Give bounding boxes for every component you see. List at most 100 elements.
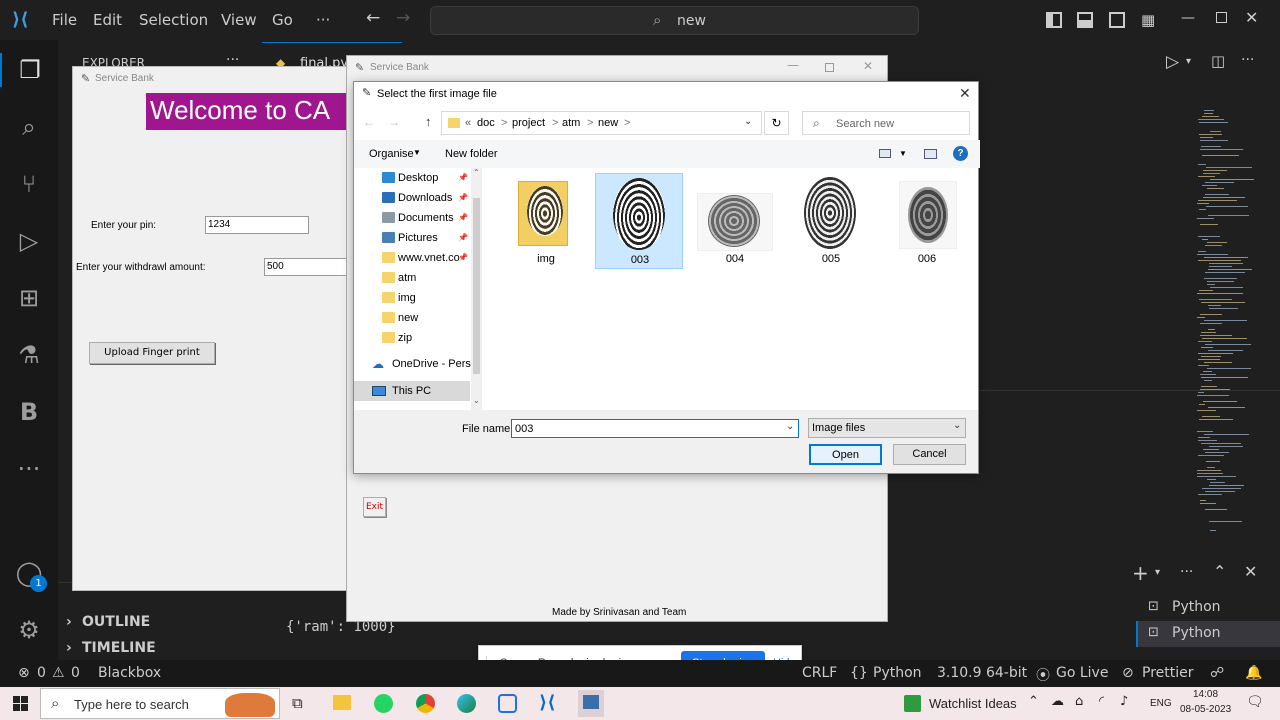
warning-count[interactable]: 0 — [71, 665, 80, 681]
source-control-icon[interactable]: ⑂ — [12, 167, 46, 201]
refresh-icon[interactable]: ↻ — [764, 111, 789, 135]
close-icon[interactable]: ✕ — [863, 59, 873, 73]
terminal-tab-2[interactable]: ⊡ Python — [1136, 621, 1280, 647]
vscode-taskbar-icon[interactable]: ⟩⟨ — [539, 692, 555, 713]
python-app-icon[interactable] — [578, 690, 604, 717]
notification-center-icon[interactable]: 🗨 — [1246, 694, 1264, 710]
run-file-icon[interactable]: ▷ — [1166, 52, 1179, 72]
back-arrow-icon[interactable]: ← — [363, 115, 375, 129]
nav-img[interactable]: img — [354, 288, 470, 308]
nav-zip[interactable]: zip — [354, 328, 470, 348]
nav-downloads[interactable]: Downloads 📌 — [354, 188, 470, 208]
cancel-button[interactable]: Cancel — [893, 444, 966, 465]
braces-icon[interactable]: {} — [850, 665, 868, 681]
path-new[interactable]: new — [598, 117, 618, 129]
view-dropdown-icon[interactable]: ▼ — [899, 149, 907, 158]
editor-more-icon[interactable]: ··· — [1241, 52, 1254, 68]
new-terminal-icon[interactable]: + — [1132, 561, 1149, 585]
minimize-icon[interactable]: — — [787, 58, 799, 72]
view-options-icon[interactable] — [879, 149, 891, 158]
help-icon[interactable]: ? — [953, 146, 968, 161]
extensions-icon[interactable]: ⊞ — [12, 281, 46, 315]
preview-pane-icon[interactable] — [924, 149, 937, 159]
testing-icon[interactable]: ⚗ — [12, 338, 46, 372]
minimap[interactable] — [1195, 108, 1265, 538]
nav-atm[interactable]: atm — [354, 268, 470, 288]
interpreter-status[interactable]: 3.10.9 64-bit — [937, 665, 1027, 681]
prettier-status[interactable]: Prettier — [1142, 665, 1194, 681]
edge-icon[interactable] — [457, 694, 476, 713]
close-panel-icon[interactable]: ✕ — [1244, 562, 1257, 581]
path-atm[interactable]: atm — [562, 117, 580, 129]
nav-forward-icon[interactable]: → — [396, 8, 410, 28]
navigation-pane[interactable]: Desktop 📌 Downloads 📌 Documents 📌 Pictures 📌… — [354, 168, 482, 410]
search-view-icon[interactable]: ⌕ — [12, 110, 46, 144]
nav-pictures[interactable]: Pictures 📌 — [354, 228, 470, 248]
volume-icon[interactable]: ♪ — [1120, 694, 1128, 709]
search-field[interactable]: ⌕ Search new — [802, 111, 970, 135]
timeline-chevron-icon[interactable]: › — [66, 640, 72, 656]
terminal-tab-1[interactable]: ⊡ Python — [1138, 595, 1280, 621]
terminal-dropdown-icon[interactable]: ▾ — [1155, 567, 1160, 578]
address-bar[interactable]: « doc > project > atm > new > ⌄ — [441, 111, 762, 135]
file-item-005[interactable]: 005 — [787, 173, 875, 269]
toggle-sidebar-icon[interactable] — [1046, 12, 1062, 28]
command-center-search[interactable]: ⌕ new — [430, 6, 919, 35]
outline-chevron-icon[interactable]: › — [66, 614, 72, 630]
customize-layout-icon[interactable]: ▦ — [1141, 11, 1155, 29]
clock-time[interactable]: 14:08 — [1193, 689, 1218, 700]
screen-recorder-icon[interactable] — [498, 694, 517, 713]
menu-selection[interactable]: Selection — [139, 11, 208, 29]
nav-this-pc[interactable]: This PC — [354, 381, 470, 401]
file-item-004[interactable]: 004 — [691, 173, 779, 269]
path-overflow[interactable]: « — [465, 117, 471, 129]
path-project[interactable]: project — [512, 117, 545, 129]
language-indicator[interactable]: ENG — [1150, 698, 1172, 709]
network-icon[interactable]: ⌂ — [1075, 694, 1083, 709]
file-item-003-selected[interactable]: 003 — [595, 173, 683, 269]
filename-dropdown-icon[interactable]: ⌄ — [786, 421, 794, 432]
menu-more[interactable]: ··· — [316, 11, 330, 29]
menu-edit[interactable]: Edit — [93, 11, 122, 29]
terminal-more-icon[interactable]: ··· — [1180, 564, 1193, 580]
menu-view[interactable]: View — [221, 11, 257, 29]
tray-chevron-icon[interactable]: ⌃ — [1028, 694, 1039, 709]
new-folder-button[interactable]: New folder — [445, 148, 498, 160]
toggle-secondary-sidebar-icon[interactable] — [1109, 12, 1125, 28]
upload-fingerprint-button[interactable]: Upload Finger print — [89, 342, 215, 364]
address-dropdown-icon[interactable]: ⌄ — [744, 116, 752, 127]
filetype-dropdown-icon[interactable]: ⌄ — [953, 420, 961, 431]
stock-widget-icon[interactable] — [904, 695, 921, 712]
wifi-icon[interactable]: ◜ — [1099, 694, 1104, 709]
service-bank-window-back[interactable]: ✎ Service Bank Welcome to CA Enter your … — [72, 66, 358, 591]
cloud-tray-icon[interactable]: ☁ — [1051, 694, 1064, 709]
blackbox-status[interactable]: Blackbox — [98, 665, 161, 681]
timeline-section[interactable]: TIMELINE — [82, 640, 156, 656]
error-count[interactable]: 0 — [37, 665, 46, 681]
file-item-006[interactable]: 006 — [883, 173, 971, 269]
eol-status[interactable]: CRLF — [802, 665, 837, 681]
path-separator[interactable]: > — [552, 117, 558, 129]
toggle-panel-icon[interactable] — [1077, 12, 1093, 28]
watchlist-widget[interactable]: Watchlist Ideas — [929, 696, 1017, 711]
go-live-status[interactable]: Go Live — [1056, 665, 1108, 681]
outline-section[interactable]: OUTLINE — [82, 614, 150, 630]
close-icon[interactable]: ✕ — [1245, 8, 1258, 27]
manage-gear-icon[interactable]: ⚙ — [12, 613, 46, 647]
open-file-dialog[interactable]: ✎ Select the first image file ✕ ← → ↑ « … — [353, 81, 980, 474]
split-editor-icon[interactable]: ◫ — [1211, 52, 1225, 70]
whatsapp-icon[interactable] — [374, 694, 393, 713]
file-item-img[interactable]: img — [502, 173, 590, 269]
feedback-icon[interactable]: ☍ — [1210, 665, 1224, 681]
language-status[interactable]: Python — [873, 665, 922, 681]
blackbox-icon[interactable]: B — [12, 395, 46, 429]
clock-date[interactable]: 08-05-2023 — [1180, 704, 1231, 715]
menu-go[interactable]: Go — [272, 11, 293, 29]
windows-start-icon[interactable] — [13, 696, 28, 711]
warning-icon[interactable]: ⚠ — [52, 665, 65, 681]
nav-onedrive[interactable]: ☁ OneDrive - Persor — [354, 354, 472, 374]
amount-input[interactable]: 500 — [264, 258, 358, 276]
file-explorer-icon[interactable] — [333, 695, 351, 710]
run-dropdown-icon[interactable]: ▾ — [1186, 56, 1191, 67]
organise-menu[interactable]: Organise — [369, 148, 414, 160]
